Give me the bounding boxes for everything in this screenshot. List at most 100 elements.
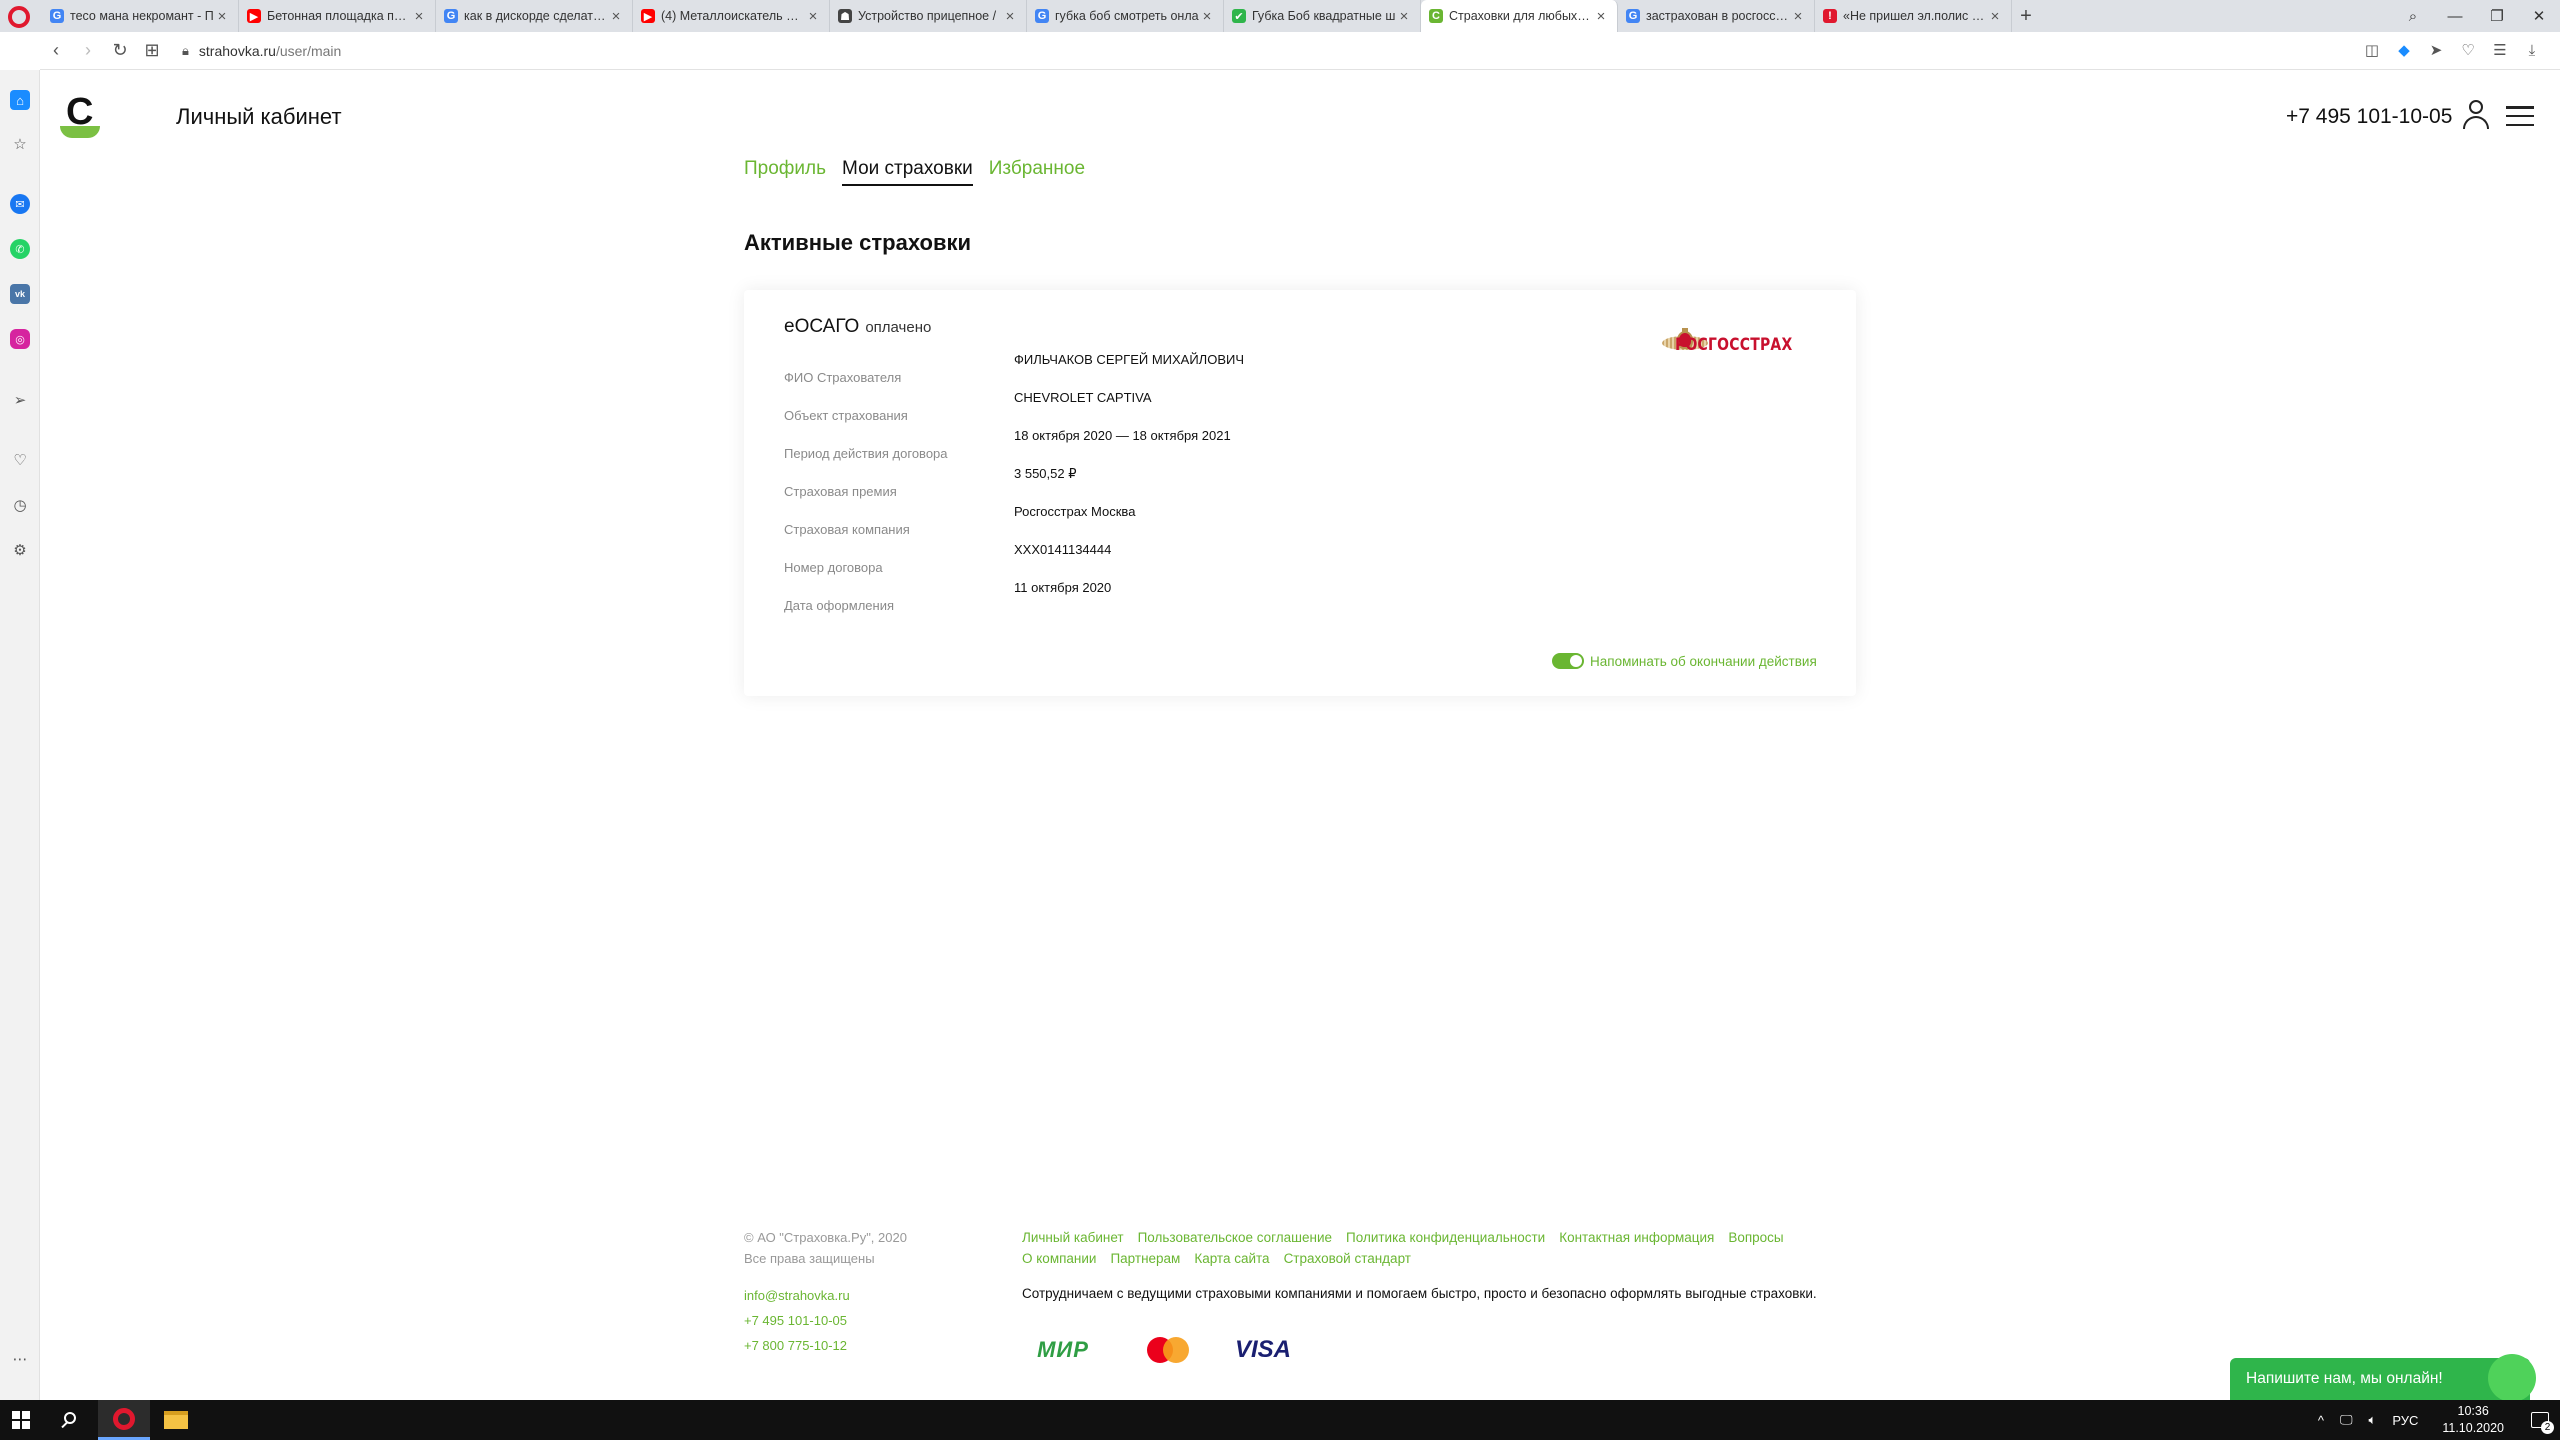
notification-center-icon[interactable]: 2 xyxy=(2520,1400,2560,1440)
more-icon[interactable]: ⋯ xyxy=(10,1349,30,1369)
reminder-label[interactable]: Напоминать об окончании действия xyxy=(1590,654,1817,669)
section-title: Активные страховки xyxy=(744,230,972,255)
tab-close-icon[interactable]: × xyxy=(1987,8,2003,25)
reload-icon[interactable]: ↻ xyxy=(104,35,136,67)
chat-widget[interactable]: Напишите нам, мы онлайн! xyxy=(2230,1354,2536,1402)
chat-bubble-icon[interactable] xyxy=(2488,1354,2536,1402)
tab-close-icon[interactable]: × xyxy=(1790,8,1806,25)
snapshot-icon[interactable]: ◫ xyxy=(2358,36,2386,64)
taskbar-search-icon[interactable] xyxy=(60,1410,80,1430)
policy-field-row: Объект страхования CHEVROLET CAPTIVA xyxy=(784,390,1484,428)
taskbar-explorer-icon[interactable] xyxy=(150,1400,202,1440)
browser-sidebar: ⌂ ☆ ✉ ✆ vk ◎ ➢ ♡ ◷ ⚙ ⋯ xyxy=(0,70,40,1400)
clock-time: 10:36 xyxy=(2457,1404,2489,1418)
footer-email-link[interactable]: info@strahovka.ru xyxy=(744,1283,850,1308)
footer-link[interactable]: Карта сайта xyxy=(1194,1248,1269,1269)
settings-icon[interactable]: ⚙ xyxy=(10,540,30,560)
chat-label[interactable]: Напишите нам, мы онлайн! xyxy=(2246,1370,2443,1388)
close-window-icon[interactable]: ✕ xyxy=(2518,0,2560,32)
language-indicator[interactable]: РУС xyxy=(2384,1413,2426,1428)
vk-icon[interactable]: vk xyxy=(10,284,30,304)
footer-phone-2[interactable]: +7 800 775-10-12 xyxy=(744,1333,850,1358)
easy-setup-icon[interactable]: ☰ xyxy=(2486,36,2514,64)
site-page: C Личный кабинет +7 495 101-10-05 Профил… xyxy=(40,70,2560,1400)
history-icon[interactable]: ◷ xyxy=(10,495,30,515)
footer-link[interactable]: Страховой стандарт xyxy=(1284,1248,1411,1269)
footer-link[interactable]: О компании xyxy=(1022,1248,1096,1269)
tab-close-icon[interactable]: × xyxy=(1002,8,1018,25)
tab-title: Страховки для любых слу xyxy=(1449,9,1593,23)
search-tabs-icon[interactable]: ⌕ xyxy=(2392,0,2434,32)
tab-favicon-icon: ! xyxy=(1823,9,1837,23)
heart-sidebar-icon[interactable]: ♡ xyxy=(10,450,30,470)
reminder-toggle[interactable]: Напоминать об окончании действия xyxy=(1552,653,1817,669)
url-field[interactable]: strahovka.ru/user/main xyxy=(199,43,341,59)
send-icon[interactable]: ➤ xyxy=(2422,36,2450,64)
header-phone[interactable]: +7 495 101-10-05 xyxy=(2286,105,2452,129)
windows-start-icon[interactable] xyxy=(12,1411,30,1429)
browser-tab[interactable]: ▶ Бетонная площадка пере × xyxy=(239,0,436,32)
tab-close-icon[interactable]: × xyxy=(1396,8,1412,25)
footer-link[interactable]: Политика конфиденциальности xyxy=(1346,1227,1545,1248)
taskbar-opera-icon[interactable] xyxy=(98,1400,150,1440)
instagram-icon[interactable]: ◎ xyxy=(10,329,30,349)
clock[interactable]: 10:36 11.10.2020 xyxy=(2426,1403,2520,1437)
speed-dial-icon[interactable]: ⊞ xyxy=(136,35,168,67)
minimize-icon[interactable]: — xyxy=(2434,0,2476,32)
browser-tab[interactable]: Gзастрахован в росгосстра × xyxy=(1618,0,1815,32)
insurer-logo: РОСГОССТРАХ xyxy=(1662,326,1818,364)
browser-tab[interactable]: Gтесо мана некромант - П × xyxy=(42,0,239,32)
opera-menu-icon[interactable] xyxy=(8,6,30,28)
tab-close-icon[interactable]: × xyxy=(214,8,230,25)
network-icon[interactable]: 🖵︎ xyxy=(2332,1412,2361,1428)
policy-field-row: Дата оформления 11 октября 2020 xyxy=(784,580,1484,618)
policy-field-row: ФИО Страхователя ФИЛЬЧАКОВ СЕРГЕЙ МИХАЙЛО… xyxy=(784,352,1484,390)
window-controls: ⌕ — ❐ ✕ xyxy=(2392,0,2560,32)
tab-my-insurances[interactable]: Мои страховки xyxy=(842,158,973,186)
tab-favorites[interactable]: Избранное xyxy=(989,158,1085,186)
tab-close-icon[interactable]: × xyxy=(1199,8,1215,25)
new-tab-icon[interactable]: + xyxy=(2012,0,2040,32)
footer-tagline: Сотрудничаем с ведущими страховыми компа… xyxy=(1022,1286,1817,1301)
home-icon[interactable]: ⌂ xyxy=(10,90,30,110)
vpn-icon[interactable]: ◆ xyxy=(2390,36,2418,64)
browser-tab[interactable]: ✔ Губка Боб квадратные ш × xyxy=(1224,0,1421,32)
tab-close-icon[interactable]: × xyxy=(608,8,624,25)
messenger-icon[interactable]: ✉ xyxy=(10,194,30,214)
heart-icon[interactable]: ♡ xyxy=(2454,36,2482,64)
browser-tab[interactable]: Gкак в дискорде сделать к × xyxy=(436,0,633,32)
insurer-logo-text: РОСГОССТРАХ xyxy=(1674,335,1793,355)
hamburger-menu-icon[interactable] xyxy=(2506,106,2534,126)
forward-icon[interactable]: › xyxy=(72,35,104,67)
tab-profile[interactable]: Профиль xyxy=(744,158,826,186)
browser-tab[interactable]: ▶ (4) Металлоискатель для × xyxy=(633,0,830,32)
browser-tab[interactable]: ☗ Устройство прицепное / × xyxy=(830,0,1027,32)
site-logo-icon[interactable]: C xyxy=(60,92,100,140)
star-icon[interactable]: ☆ xyxy=(10,134,30,154)
tray-chevron-icon[interactable]: ^ xyxy=(2310,1413,2332,1428)
restore-icon[interactable]: ❐ xyxy=(2476,0,2518,32)
footer-link[interactable]: Пользовательское соглашение xyxy=(1138,1227,1332,1248)
footer-link[interactable]: Контактная информация xyxy=(1559,1227,1714,1248)
back-icon[interactable]: ‹ xyxy=(40,35,72,67)
whatsapp-icon[interactable]: ✆ xyxy=(10,239,30,259)
footer-link[interactable]: Партнерам xyxy=(1110,1248,1180,1269)
tab-close-icon[interactable]: × xyxy=(1593,8,1609,25)
download-icon[interactable]: ⤓ xyxy=(2518,36,2546,64)
windows-taskbar: ^ 🖵︎ 🔈︎ РУС 10:36 11.10.2020 2 xyxy=(0,1400,2560,1440)
toggle-switch[interactable] xyxy=(1552,653,1584,669)
tab-title: Бетонная площадка пере xyxy=(267,9,411,23)
send-sidebar-icon[interactable]: ➢ xyxy=(10,390,30,410)
policy-field-value: ФИЛЬЧАКОВ СЕРГЕЙ МИХАЙЛОВИЧ xyxy=(1014,352,1245,367)
footer-link[interactable]: Личный кабинет xyxy=(1022,1227,1124,1248)
volume-icon[interactable]: 🔈︎ xyxy=(2361,1412,2385,1428)
browser-tab[interactable]: ! «Не пришел эл.полис ОСА × xyxy=(1815,0,2012,32)
lock-icon[interactable]: 🔒︎ xyxy=(182,43,189,59)
user-icon[interactable] xyxy=(2462,100,2490,130)
browser-tab[interactable]: С Страховки для любых слу × xyxy=(1421,0,1618,32)
browser-tab[interactable]: Gгубка боб смотреть онла × xyxy=(1027,0,1224,32)
footer-link[interactable]: Вопросы xyxy=(1728,1227,1783,1248)
tab-close-icon[interactable]: × xyxy=(805,8,821,25)
footer-phone-1[interactable]: +7 495 101-10-05 xyxy=(744,1308,850,1333)
tab-close-icon[interactable]: × xyxy=(411,8,427,25)
